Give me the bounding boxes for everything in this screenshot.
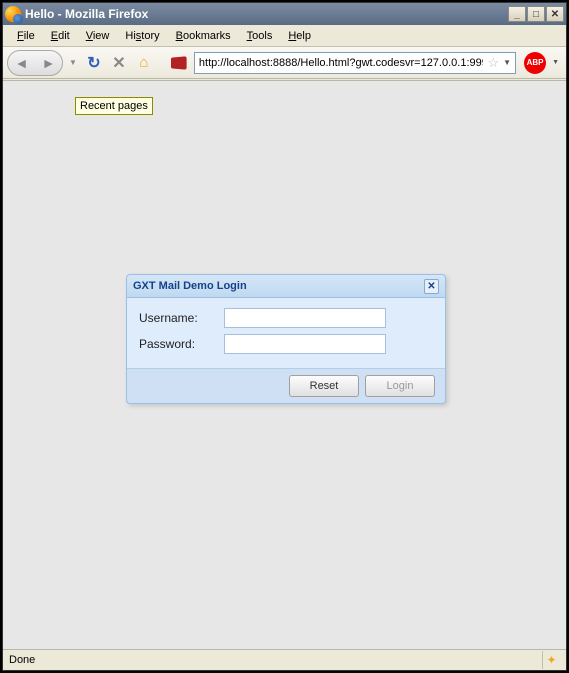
password-input[interactable]	[224, 334, 386, 354]
stop-button[interactable]: ✕	[108, 52, 130, 74]
menu-edit[interactable]: Edit	[43, 28, 78, 44]
menu-view[interactable]: View	[78, 28, 118, 44]
statusbar: Done ✦	[3, 649, 566, 670]
menu-tools[interactable]: Tools	[239, 28, 281, 44]
recent-pages-tooltip: Recent pages	[75, 97, 153, 115]
login-button[interactable]: Login	[365, 375, 435, 397]
password-label: Password:	[139, 337, 224, 351]
password-row: Password:	[139, 334, 433, 354]
username-label: Username:	[139, 311, 224, 325]
dialog-header[interactable]: GXT Mail Demo Login ✕	[127, 275, 445, 298]
dialog-body: Username: Password:	[127, 298, 445, 369]
maximize-button[interactable]: □	[527, 6, 545, 22]
dialog-title: GXT Mail Demo Login	[133, 280, 424, 292]
login-dialog: GXT Mail Demo Login ✕ Username: Password…	[126, 274, 446, 404]
url-input[interactable]	[197, 54, 486, 72]
username-row: Username:	[139, 308, 433, 328]
reset-button[interactable]: Reset	[289, 375, 359, 397]
username-input[interactable]	[224, 308, 386, 328]
status-text: Done	[9, 654, 542, 666]
dialog-close-button[interactable]: ✕	[424, 279, 439, 294]
reload-button[interactable]: ↻	[83, 52, 105, 74]
address-dropdown-icon[interactable]: ▼	[501, 58, 513, 67]
home-button[interactable]: ⌂	[133, 52, 155, 74]
menu-bookmarks[interactable]: Bookmarks	[168, 28, 239, 44]
firebug-icon[interactable]: ✦	[542, 651, 560, 669]
menu-file[interactable]: File	[9, 28, 43, 44]
titlebar: Hello - Mozilla Firefox _ □ ✕	[3, 3, 566, 25]
window-close-button[interactable]: ✕	[546, 6, 564, 22]
menu-history[interactable]: History	[117, 28, 167, 44]
menubar: File Edit View History Bookmarks Tools H…	[3, 25, 566, 47]
forward-button[interactable]: ►	[38, 55, 60, 71]
firefox-icon	[5, 6, 21, 22]
content-area: Recent pages GXT Mail Demo Login ✕ Usern…	[3, 80, 566, 649]
browser-window: Hello - Mozilla Firefox _ □ ✕ File Edit …	[2, 2, 567, 671]
bookmark-star-icon[interactable]: ☆	[485, 55, 501, 71]
menu-help[interactable]: Help	[280, 28, 319, 44]
minimize-button[interactable]: _	[508, 6, 526, 22]
site-icon	[167, 52, 189, 74]
adblock-icon[interactable]: ABP	[524, 52, 546, 74]
adblock-dropdown-icon[interactable]: ▼	[552, 59, 559, 66]
window-title: Hello - Mozilla Firefox	[25, 7, 507, 21]
history-dropdown-icon[interactable]: ▼	[69, 58, 77, 67]
dialog-footer: Reset Login	[127, 369, 445, 403]
toolbar: ◄ ► ▼ ↻ ✕ ⌂ ☆ ▼ ABP ▼	[3, 47, 566, 79]
address-bar: ☆ ▼	[194, 52, 516, 74]
nav-pill: ◄ ►	[7, 50, 63, 76]
back-button[interactable]: ◄	[11, 55, 33, 71]
